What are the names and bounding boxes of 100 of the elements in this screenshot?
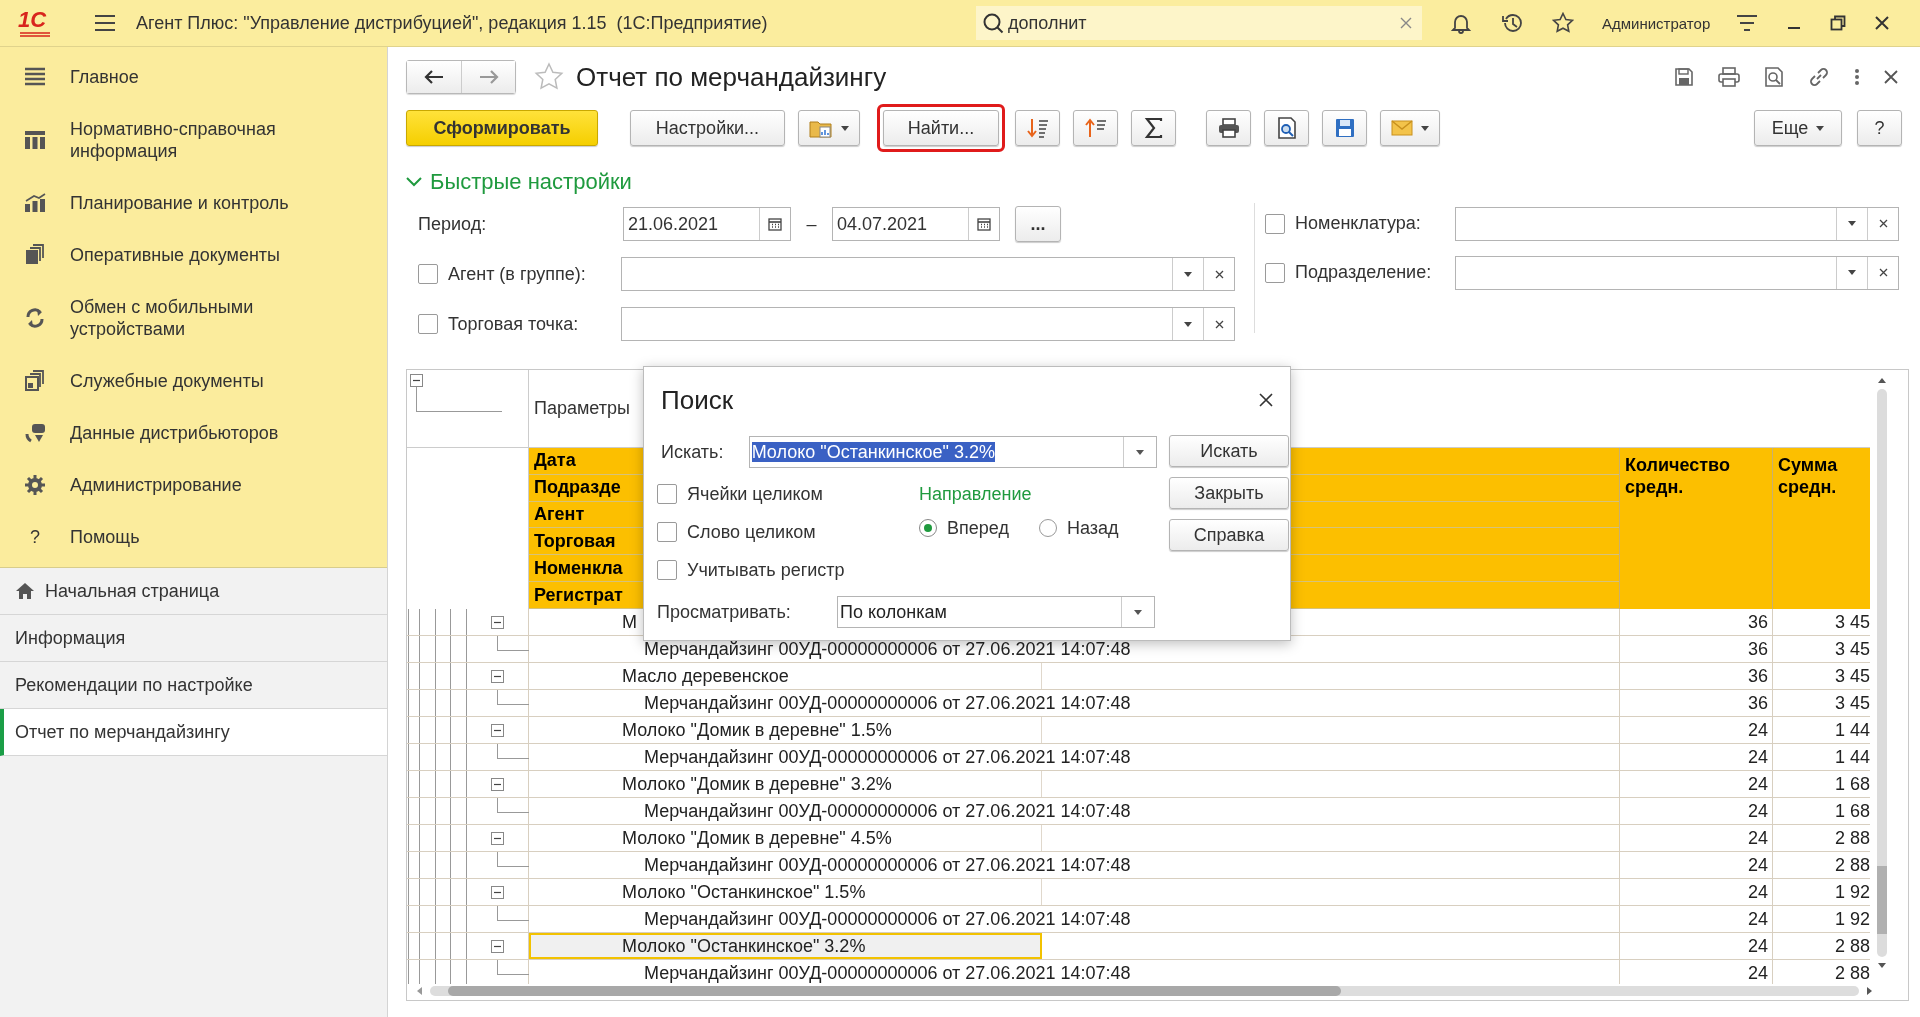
date-field[interactable]: 04.07.2021 [832,207,1000,241]
sync-icon [24,307,46,329]
section-header[interactable]: Быстрые настройки [406,169,1910,195]
checkbox[interactable] [1265,262,1285,283]
table-cell[interactable]: Молоко "Домик в деревне" 4.5% [529,825,1042,851]
collapse-icon[interactable] [410,374,423,387]
history-icon[interactable] [1500,12,1524,34]
collapse-icon[interactable] [491,723,504,737]
logo: 1С [18,9,66,37]
checkbox[interactable] [657,522,677,542]
input-field[interactable] [621,257,1235,291]
calendar-icon [977,217,991,231]
table-cell: 24 [1619,825,1772,851]
kebab-menu-icon[interactable] [1854,68,1860,86]
collapse-icon[interactable] [491,885,504,899]
close-icon[interactable] [1258,392,1274,408]
bell-icon[interactable] [1450,12,1472,34]
floppy-icon[interactable] [1674,67,1694,87]
search-field[interactable]: Молоко "Останкинское" 3.2% [748,436,1157,468]
collapse-icon[interactable] [491,777,504,791]
report-variant-button[interactable] [798,110,860,146]
table-cell[interactable]: Молоко "Останкинское" 1.5% [529,879,1042,905]
send-button[interactable] [1380,110,1440,146]
help-button[interactable]: ? [1857,110,1902,146]
search-icon [982,12,1004,34]
dropdown-icon [1848,221,1856,226]
scrollbar[interactable] [417,984,1872,998]
print-button[interactable] [1206,110,1251,146]
table-cell[interactable]: Мерчандайзинг 00УД-00000000006 от 27.06.2021 14:07:48 [529,960,1619,984]
collapse-icon[interactable] [491,615,504,629]
tree-line [497,744,529,759]
filter-icon[interactable] [1736,13,1759,33]
open-page-tab[interactable]: Информация [0,615,387,662]
date-field[interactable]: 21.06.2021 [623,207,791,241]
input-field[interactable] [1455,255,1899,290]
generate-button[interactable]: Сформировать [406,110,598,146]
checkbox[interactable] [418,314,438,334]
table-cell[interactable]: Молоко "Домик в деревне" 3.2% [529,771,1042,797]
collapse-icon[interactable] [491,939,504,953]
preview-icon[interactable] [1764,67,1784,87]
save-button[interactable] [1322,110,1367,146]
dialog-button[interactable]: Справка [1169,519,1289,551]
sum-button[interactable] [1131,110,1176,146]
checkbox[interactable] [657,560,677,580]
sidebar-item[interactable]: Обмен с мобильными устройствами [70,296,371,340]
scrollbar[interactable] [1874,378,1890,968]
clear-icon[interactable] [1400,17,1412,29]
checkbox[interactable] [418,264,438,284]
checkbox[interactable] [657,484,677,504]
close-icon[interactable] [1874,15,1891,31]
settings-button[interactable]: Настройки... [630,110,785,146]
star-icon[interactable] [534,62,564,92]
menu-icon[interactable] [94,14,116,32]
star-icon[interactable] [1552,12,1574,34]
sort-descending-button[interactable] [1015,110,1060,146]
dropdown-field[interactable]: По колонкам [837,596,1155,628]
user-name[interactable]: Администратор [1602,14,1711,32]
input-field[interactable] [621,307,1235,341]
dialog-button[interactable]: Искать [1169,435,1289,467]
table-cell[interactable]: Мерчандайзинг 00УД-00000000006 от 27.06.2021 14:07:48 [529,852,1619,878]
back-button[interactable] [407,61,461,93]
table-cell[interactable]: Мерчандайзинг 00УД-00000000006 от 27.06.2021 14:07:48 [529,906,1619,932]
table-cell[interactable]: Мерчандайзинг 00УД-00000000006 от 27.06.2021 14:07:48 [529,798,1619,824]
sidebar-item[interactable]: Оперативные документы [70,244,281,266]
sidebar-item[interactable]: Главное [70,66,139,88]
restore-icon[interactable] [1830,15,1847,31]
table-cell[interactable]: Молоко "Домик в деревне" 1.5% [529,717,1042,743]
table-cell[interactable]: Мерчандайзинг 00УД-00000000006 от 27.06.2021 14:07:48 [529,690,1619,716]
sidebar-item[interactable]: Администрирование [70,474,242,496]
open-page-tab[interactable]: Отчет по мерчандайзингу [0,709,387,756]
table-cell[interactable]: Масло деревенское [529,663,1042,689]
close-icon[interactable] [1884,70,1898,84]
collapse-icon[interactable] [491,669,504,683]
preview-icon [1276,117,1297,139]
open-page-tab[interactable]: Начальная страница [0,568,387,615]
sort-ascending-button[interactable] [1073,110,1118,146]
floppy-icon [1334,118,1355,138]
more-button[interactable]: Еще [1754,110,1842,146]
chevron-down-icon [406,176,422,188]
printer-icon[interactable] [1718,67,1740,87]
table-cell[interactable]: Мерчандайзинг 00УД-00000000006 от 27.06.2021 14:07:48 [529,744,1619,770]
checkbox[interactable] [1265,213,1285,234]
sidebar-item[interactable]: Данные дистрибьюторов [70,422,279,444]
table-cell: 1 68 [1772,771,1870,797]
dialog-button[interactable]: Закрыть [1169,477,1289,509]
sidebar-item[interactable]: Помощь [70,526,140,548]
find-button[interactable]: Найти... [883,110,999,146]
table-cell: 24 [1619,771,1772,797]
collapse-icon[interactable] [491,831,504,845]
table-cell[interactable]: Молоко "Останкинское" 3.2% [529,933,1042,959]
tree-line [497,636,529,651]
period-button[interactable]: ... [1015,206,1061,242]
search-field[interactable]: дополнит [976,6,1422,40]
link-icon[interactable] [1808,66,1830,88]
sidebar-item[interactable]: Служебные документы [70,370,264,392]
sidebar-item[interactable]: Нормативно-справочная информация [70,118,371,162]
input-field[interactable] [1455,206,1899,241]
documents-icon [24,244,46,266]
sidebar-item[interactable]: Планирование и контроль [70,192,289,214]
preview-button[interactable] [1264,110,1309,146]
